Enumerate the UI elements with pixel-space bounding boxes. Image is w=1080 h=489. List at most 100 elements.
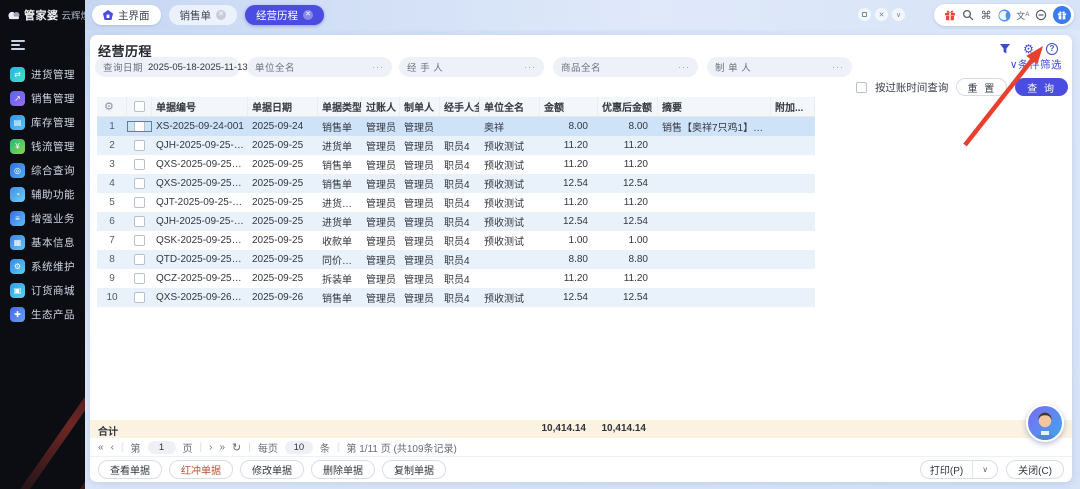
sidebar-item-1[interactable]: ⇄进货管理	[0, 62, 85, 86]
cell-amount: 12.54	[540, 292, 598, 303]
row-checkbox[interactable]	[134, 197, 145, 208]
filter-5[interactable]: 制 单 人 ···	[707, 57, 852, 77]
table-row[interactable]: 5QJT-2025-09-25-0012025-09-25进货退货管理员管理员职…	[97, 193, 815, 212]
sidebar-item-3[interactable]: ▤库存管理	[0, 110, 85, 134]
settings-gear-icon[interactable]: ⚙	[1022, 42, 1035, 55]
more-icon[interactable]: ···	[678, 62, 690, 72]
column-header: 附加...	[771, 97, 815, 116]
cell-doc-date: 2025-09-25	[248, 178, 318, 189]
gift-promo-icon[interactable]	[1053, 6, 1071, 24]
more-icon[interactable]: ···	[524, 62, 536, 72]
reset-button[interactable]: 重 置	[956, 78, 1007, 96]
row-checkbox-cell	[127, 273, 152, 284]
table-row[interactable]: 2QJH-2025-09-25-0012025-09-25进货单管理员管理员职员…	[97, 136, 815, 155]
sidebar-item-11[interactable]: ✚生态产品	[0, 302, 85, 326]
close-tab-icon[interactable]: ✕	[303, 10, 313, 20]
filter-4[interactable]: 商品全名···	[553, 57, 698, 77]
table-row[interactable]: 8QTD-2025-09-25-0012025-09-25同价调拨管理员管理员职…	[97, 250, 815, 269]
more-icon[interactable]: ···	[372, 62, 384, 72]
condition-filter-link[interactable]: ∨条件筛选	[1010, 57, 1062, 72]
assistant-avatar[interactable]	[1026, 404, 1064, 442]
sidebar-item-7[interactable]: ≡增强业务	[0, 206, 85, 230]
table-row[interactable]: 1XS-2025-09-24-0012025-09-24销售单管理员管理员奥祥8…	[97, 117, 815, 136]
sidebar-item-8[interactable]: ▦基本信息	[0, 230, 85, 254]
theme-moon-icon[interactable]	[998, 9, 1011, 22]
row-checkbox[interactable]	[134, 292, 145, 303]
cell-handler: 职员4	[440, 252, 480, 267]
last-page-icon[interactable]: »	[219, 442, 225, 453]
table-body: 1XS-2025-09-24-0012025-09-24销售单管理员管理员奥祥8…	[97, 117, 815, 307]
row-checkbox[interactable]	[134, 254, 145, 265]
more-icon[interactable]: ···	[832, 62, 844, 72]
column-header: 单据类型	[318, 97, 362, 116]
filter-label: 制 单 人	[715, 60, 751, 74]
next-page-icon[interactable]: ›	[209, 442, 212, 453]
tab-sales-order[interactable]: 销售单 ✕	[169, 5, 238, 25]
query-button[interactable]: 查 询	[1015, 78, 1068, 96]
doc-action-button-2[interactable]: 红冲单据	[169, 460, 233, 479]
filter-1[interactable]: 查询日期2025-05-18-2025-11-13	[95, 57, 240, 77]
sidebar-item-6[interactable]: ◔辅助功能	[0, 182, 85, 206]
tab-main[interactable]: 主界面	[92, 5, 161, 25]
table-row[interactable]: 4QXS-2025-09-25-0032025-09-25销售单管理员管理员职员…	[97, 174, 815, 193]
filter-3[interactable]: 经 手 人···	[399, 57, 544, 77]
cell-amount: 11.20	[540, 140, 598, 151]
select-all-checkbox[interactable]	[134, 101, 145, 112]
sidebar-item-2[interactable]: ↗销售管理	[0, 86, 85, 110]
total-discounted-amount: 10,414.14	[556, 423, 646, 434]
table-row[interactable]: 9QCZ-2025-09-25-0012025-09-25拆装单管理员管理员职员…	[97, 269, 815, 288]
history-clock-icon[interactable]	[1035, 9, 1048, 22]
help-icon[interactable]: ?	[1046, 43, 1058, 55]
cell-doc-date: 2025-09-25	[248, 216, 318, 227]
search-icon[interactable]	[961, 9, 974, 22]
fullscreen-icon[interactable]	[858, 8, 871, 21]
row-checkbox[interactable]	[134, 140, 145, 151]
row-checkbox[interactable]	[134, 216, 145, 227]
doc-action-button-3[interactable]: 修改单据	[240, 460, 304, 479]
filter-2[interactable]: 单位全名···	[247, 57, 392, 77]
sidebar-item-label: 综合查询	[31, 163, 75, 178]
collapse-icon[interactable]: ∨	[892, 8, 905, 21]
table-row[interactable]: 3QXS-2025-09-25-0022025-09-25销售单管理员管理员职员…	[97, 155, 815, 174]
sidebar: 管家婆云辉煌 ⇄进货管理↗销售管理▤库存管理¥钱流管理◎综合查询◔辅助功能≡增强…	[0, 0, 85, 489]
sidebar-item-4[interactable]: ¥钱流管理	[0, 134, 85, 158]
row-checkbox[interactable]	[134, 121, 145, 132]
per-page-input[interactable]: 10	[285, 441, 313, 454]
tab-business-history[interactable]: 经营历程 ✕	[245, 5, 324, 25]
table-row[interactable]: 6QJH-2025-09-25-0022025-09-25进货单管理员管理员职员…	[97, 212, 815, 231]
sidebar-item-10[interactable]: ▣订货商城	[0, 278, 85, 302]
prev-page-icon[interactable]: ‹	[111, 442, 114, 453]
topbar-toolbar: ⌘ 文A	[934, 4, 1074, 26]
translate-icon[interactable]: 文A	[1016, 9, 1029, 22]
row-checkbox-cell	[127, 159, 152, 170]
close-window-icon[interactable]: ✕	[875, 8, 888, 21]
table-row[interactable]: 10QXS-2025-09-26-0042025-09-26销售单管理员管理员职…	[97, 288, 815, 307]
row-checkbox[interactable]	[134, 235, 145, 246]
filter-funnel-icon[interactable]	[998, 42, 1011, 55]
row-checkbox[interactable]	[134, 159, 145, 170]
close-tab-icon[interactable]: ✕	[216, 10, 226, 20]
row-checkbox[interactable]	[134, 273, 145, 284]
doc-action-button-5[interactable]: 复制单据	[382, 460, 446, 479]
row-checkbox[interactable]	[134, 178, 145, 189]
print-button[interactable]: 打印(P)	[921, 461, 972, 478]
gift-icon[interactable]	[943, 9, 956, 22]
cell-amount: 11.20	[540, 197, 598, 208]
first-page-icon[interactable]: «	[98, 442, 104, 453]
table-row[interactable]: 7QSK-2025-09-25-0012025-09-25收款单管理员管理员职员…	[97, 231, 815, 250]
sidebar-item-5[interactable]: ◎综合查询	[0, 158, 85, 182]
close-button[interactable]: 关闭(C)	[1006, 460, 1064, 479]
print-options-chevron-icon[interactable]: ∨	[972, 461, 997, 478]
command-icon[interactable]: ⌘	[980, 9, 993, 22]
menu-toggle-icon[interactable]	[11, 38, 25, 52]
doc-action-button-4[interactable]: 删除单据	[311, 460, 375, 479]
cell-doc-number: QJT-2025-09-25-001	[152, 197, 248, 208]
column-settings-gear-icon[interactable]: ⚙	[97, 97, 127, 116]
sidebar-item-9[interactable]: ⚙系统维护	[0, 254, 85, 278]
cell-unit-name: 预收测试	[480, 176, 540, 191]
refresh-icon[interactable]: ↻	[232, 441, 241, 454]
page-number-input[interactable]: 1	[148, 441, 176, 454]
posted-time-checkbox[interactable]	[856, 82, 867, 93]
cell-doc-number: QTD-2025-09-25-001	[152, 254, 248, 265]
doc-action-button-1[interactable]: 查看单据	[98, 460, 162, 479]
